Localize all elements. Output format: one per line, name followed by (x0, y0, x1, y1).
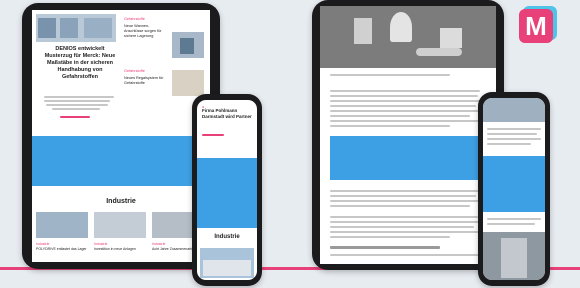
side-article-title-1[interactable]: Neue Wannen-Anschlüsse sorgen für sicher… (124, 24, 168, 39)
side-article-image-1-tank (180, 38, 194, 54)
phone-right-machine-detail (501, 238, 527, 278)
brand-logo-letter: M (525, 11, 547, 41)
phone-right-hero-image (483, 98, 545, 122)
tablet-right-screen (320, 6, 496, 264)
lead-excerpt-line-2 (44, 100, 110, 102)
side-article-label-2: Gefahrstoffe (124, 69, 145, 73)
lead-article-title[interactable]: DENIOS entwickelt Musterzug für Merck: N… (44, 46, 116, 81)
caption-line (330, 74, 450, 76)
industry-card-title-1[interactable]: POLYDRIVE entlastet das Lager (36, 247, 88, 252)
phone-right-text-5 (487, 218, 541, 220)
ad-banner-phone-right[interactable] (483, 156, 545, 212)
phone-right-screen (483, 98, 545, 280)
body-line-12 (330, 205, 470, 207)
body-line-17 (330, 236, 450, 238)
body-line-2 (330, 95, 478, 97)
side-article-image-2 (172, 70, 204, 96)
body-line-1 (330, 90, 480, 92)
phone-left-article-title[interactable]: Firma Pohlmann Darmstadt wird Partner (202, 108, 252, 119)
device-mockup-composition: DENIOS entwickelt Musterzug für Merck: N… (0, 0, 580, 288)
printed-part-cone (390, 12, 412, 42)
body-line-5 (330, 110, 480, 112)
phone-right-text-1 (487, 128, 541, 130)
printed-part-chain (416, 48, 462, 56)
printed-part-lattice (354, 18, 372, 44)
body-line-18 (330, 254, 480, 256)
side-article-title-2[interactable]: Neues Regalsystem für Gefahrstoffe (124, 76, 168, 86)
lead-excerpt-line-1 (44, 96, 114, 98)
industry-card-image-1 (36, 212, 88, 238)
body-line-7 (330, 120, 480, 122)
industry-card-title-2[interactable]: Investition in neue Anlagen (94, 247, 146, 252)
tablet-left: DENIOS entwickelt Musterzug für Merck: N… (22, 3, 220, 269)
phone-right-text-4 (487, 143, 531, 145)
brand-logo: M (519, 4, 559, 44)
warehouse-image-shelf-2 (60, 18, 78, 38)
body-line-14 (330, 221, 480, 223)
tablet-right (312, 0, 504, 270)
phone-left-excerpt (202, 134, 224, 136)
phone-left-building-facade (203, 260, 251, 276)
body-line-4 (330, 105, 476, 107)
read-more-link[interactable] (60, 116, 90, 118)
side-article-label-1: Gefahrstoffe (124, 17, 145, 21)
phone-left-section-title: Industrie (214, 234, 240, 240)
subheading-line (330, 246, 440, 249)
warehouse-image-shelf (38, 18, 56, 38)
ad-banner-tablet-right[interactable] (330, 136, 486, 180)
warehouse-image-shelf-3 (84, 18, 112, 38)
ad-banner-phone-left[interactable] (197, 158, 257, 228)
phone-left: ● Firma Pohlmann Darmstadt wird Partner … (192, 94, 262, 286)
phone-right (478, 92, 550, 286)
industry-card-image-2 (94, 212, 146, 238)
body-line-8 (330, 125, 450, 127)
body-line-11 (330, 200, 480, 202)
phone-right-text-6 (487, 223, 535, 225)
body-line-3 (330, 100, 482, 102)
body-line-16 (330, 231, 480, 233)
lead-excerpt-line-4 (52, 108, 100, 110)
brand-logo-icon: M (519, 6, 557, 43)
body-line-6 (330, 115, 470, 117)
body-line-13 (330, 216, 478, 218)
body-line-10 (330, 195, 476, 197)
printed-part-cube (440, 28, 462, 48)
phone-right-text-2 (487, 133, 537, 135)
tablet-left-screen: DENIOS entwickelt Musterzug für Merck: N… (32, 10, 210, 262)
body-line-15 (330, 226, 474, 228)
lead-excerpt-line-3 (46, 104, 108, 106)
ad-banner-tablet-left[interactable] (32, 136, 210, 186)
phone-left-screen: ● Firma Pohlmann Darmstadt wird Partner … (197, 100, 257, 280)
section-title-industrie: Industrie (106, 198, 136, 205)
body-line-9 (330, 190, 480, 192)
phone-right-text-3 (487, 138, 541, 140)
